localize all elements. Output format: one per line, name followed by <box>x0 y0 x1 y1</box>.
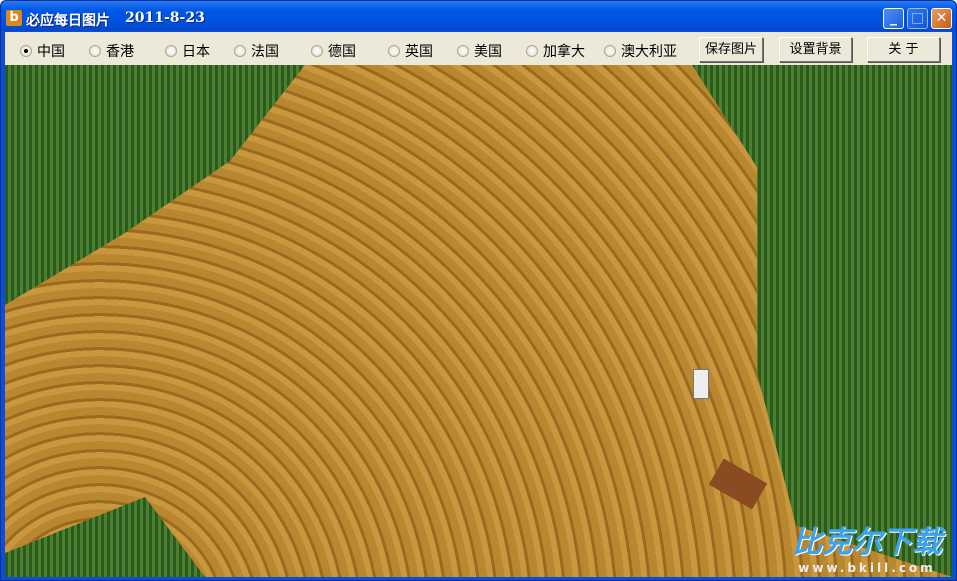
radio-icon[interactable] <box>165 45 177 57</box>
radio-australia[interactable]: 澳大利亚 <box>604 41 677 61</box>
about-button[interactable]: 关 于 <box>867 37 940 62</box>
radio-label: 香港 <box>106 44 134 60</box>
radio-japan[interactable]: 日本 <box>165 41 210 61</box>
radio-icon[interactable] <box>457 45 469 57</box>
toolbar: 中国 香港 日本 法国 德国 英国 美国 加拿大 澳大利亚 保存图片 设置背景 … <box>5 32 952 65</box>
radio-label: 德国 <box>328 44 356 60</box>
radio-canada[interactable]: 加拿大 <box>526 41 585 61</box>
radio-uk[interactable]: 英国 <box>388 41 433 61</box>
radio-icon[interactable] <box>234 45 246 57</box>
maximize-button[interactable]: □ <box>907 8 928 29</box>
radio-usa[interactable]: 美国 <box>457 41 502 61</box>
radio-label: 中国 <box>37 44 65 60</box>
watermark-logo: 比克尔下载 <box>792 525 942 560</box>
radio-icon[interactable] <box>20 45 32 57</box>
title-bar[interactable]: b 必应每日图片 2011-8-23 _ □ ✕ <box>1 1 956 31</box>
radio-icon[interactable] <box>89 45 101 57</box>
radio-icon[interactable] <box>311 45 323 57</box>
save-image-button[interactable]: 保存图片 <box>699 37 763 62</box>
radio-label: 法国 <box>251 44 279 60</box>
set-background-button[interactable]: 设置背景 <box>779 37 852 62</box>
app-icon: b <box>6 10 22 26</box>
radio-china[interactable]: 中国 <box>20 41 65 61</box>
radio-icon[interactable] <box>388 45 400 57</box>
radio-label: 日本 <box>182 44 210 60</box>
radio-france[interactable]: 法国 <box>234 41 279 61</box>
window-date: 2011-8-23 <box>125 10 205 26</box>
radio-hongkong[interactable]: 香港 <box>89 41 134 61</box>
minimize-button[interactable]: _ <box>883 8 904 29</box>
radio-label: 英国 <box>405 44 433 60</box>
truck <box>693 369 709 399</box>
app-window: b 必应每日图片 2011-8-23 _ □ ✕ 中国 香港 日本 法国 德国 … <box>0 0 957 581</box>
radio-germany[interactable]: 德国 <box>311 41 356 61</box>
window-title: 必应每日图片 <box>26 13 110 29</box>
radio-label: 美国 <box>474 44 502 60</box>
watermark-url: www.bkill.com <box>798 561 936 575</box>
radio-label: 加拿大 <box>543 44 585 60</box>
radio-icon[interactable] <box>604 45 616 57</box>
close-button[interactable]: ✕ <box>931 8 952 29</box>
daily-image: 比克尔下载 www.bkill.com <box>5 65 952 577</box>
radio-icon[interactable] <box>526 45 538 57</box>
radio-label: 澳大利亚 <box>621 44 677 60</box>
watermark: 比克尔下载 www.bkill.com <box>792 517 942 575</box>
